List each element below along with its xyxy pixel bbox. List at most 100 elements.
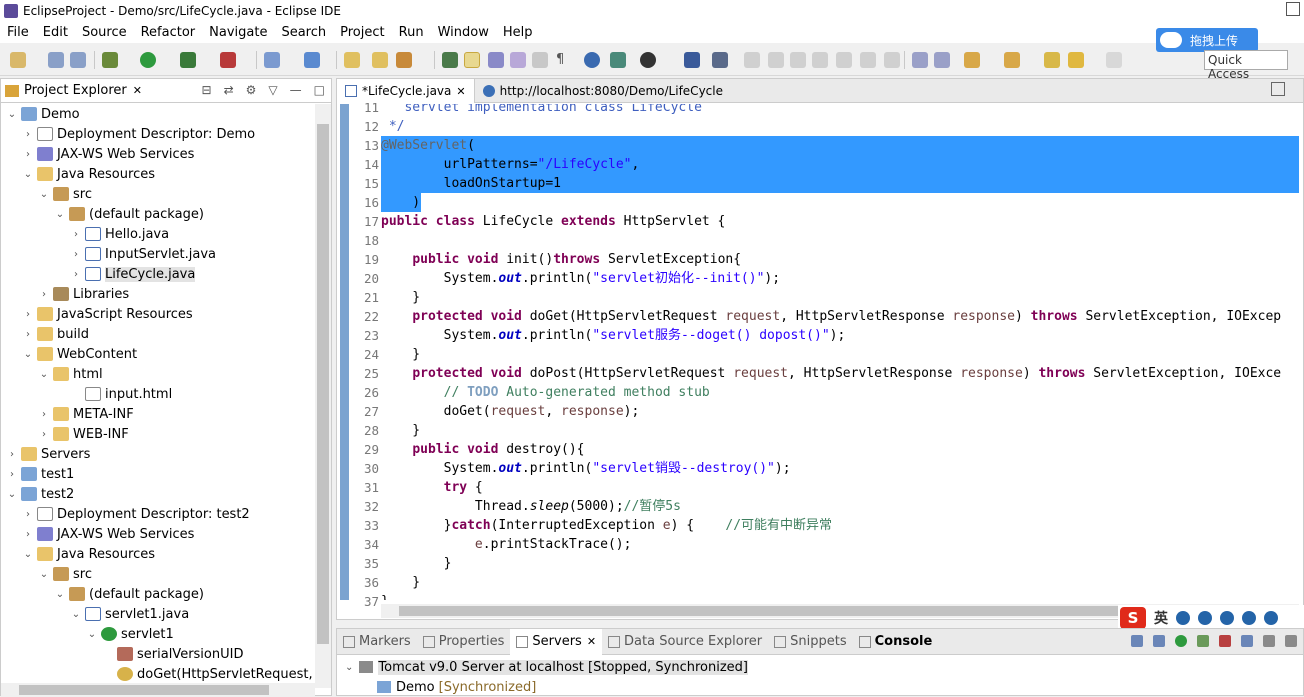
coverage-icon[interactable] bbox=[180, 52, 196, 68]
tab-lifecycle-java[interactable]: *LifeCycle.java ✕ bbox=[337, 79, 475, 103]
tree-item-doget[interactable]: doGet(HttpServletRequest, Htt bbox=[101, 664, 315, 684]
profile-server-icon[interactable] bbox=[1197, 635, 1209, 647]
use-step-filters-icon[interactable] bbox=[912, 52, 928, 68]
view-menu-icon[interactable]: ▽ bbox=[268, 83, 277, 97]
tree-item-deployment-descriptor[interactable]: › Deployment Descriptor: Demo bbox=[21, 124, 255, 144]
tab-browser[interactable]: http://localhost:8080/Demo/LifeCycle bbox=[475, 79, 731, 103]
tree-item-javascript-resources[interactable]: › JavaScript Resources bbox=[21, 304, 193, 324]
block-selection-icon[interactable] bbox=[488, 52, 504, 68]
tree-item-web-inf[interactable]: › WEB-INF bbox=[37, 424, 129, 444]
disconnect-icon[interactable] bbox=[812, 52, 828, 68]
tree-item-input-html[interactable]: input.html bbox=[69, 384, 172, 404]
tab-data-source-explorer[interactable]: Data Source Explorer bbox=[602, 634, 768, 649]
back-icon[interactable] bbox=[1068, 52, 1084, 68]
task-icon[interactable] bbox=[396, 52, 412, 68]
web-browser-icon[interactable] bbox=[584, 52, 600, 68]
horizontal-scrollbar[interactable] bbox=[1, 683, 315, 697]
filter-icon[interactable]: ⚙ bbox=[246, 83, 257, 97]
step-return-icon[interactable] bbox=[884, 52, 900, 68]
collapse-all-icon[interactable]: ⊟ bbox=[202, 83, 212, 97]
tab-console[interactable]: Console bbox=[853, 634, 939, 649]
run-icon[interactable] bbox=[140, 52, 156, 68]
save-icon[interactable] bbox=[48, 52, 64, 68]
menu-project[interactable]: Project bbox=[333, 25, 391, 40]
menu-search[interactable]: Search bbox=[274, 25, 333, 40]
word-wrap-icon[interactable] bbox=[510, 52, 526, 68]
step-into-icon[interactable] bbox=[836, 52, 852, 68]
debug-server-icon[interactable] bbox=[1153, 635, 1165, 647]
server-module-demo[interactable]: Demo [Synchronized] bbox=[377, 677, 536, 697]
maximize-icon[interactable]: □ bbox=[314, 83, 325, 97]
tree-item-deployment-descriptor-test2[interactable]: › Deployment Descriptor: test2 bbox=[21, 504, 250, 524]
tree-item-inputservlet-java[interactable]: › InputServlet.java bbox=[69, 244, 216, 264]
tree-item-build[interactable]: › build bbox=[21, 324, 89, 344]
tree-item-hello-java[interactable]: › Hello.java bbox=[69, 224, 169, 244]
stop-server-icon[interactable] bbox=[1219, 635, 1231, 647]
start-server-icon[interactable] bbox=[1175, 635, 1187, 647]
close-icon[interactable]: ✕ bbox=[133, 84, 142, 97]
menu-refactor[interactable]: Refactor bbox=[134, 25, 203, 40]
show-references-icon[interactable] bbox=[934, 52, 950, 68]
tree-item-test1[interactable]: › test1 bbox=[5, 464, 74, 484]
tree-item-jaxws[interactable]: › JAX-WS Web Services bbox=[21, 144, 194, 164]
tab-snippets[interactable]: Snippets bbox=[768, 634, 852, 649]
tree-item-meta-inf[interactable]: › META-INF bbox=[37, 404, 134, 424]
tree-item-default-package-test2[interactable]: ⌄ (default package) bbox=[53, 584, 204, 604]
tree-item-html[interactable]: ⌄ html bbox=[37, 364, 103, 384]
new-server-icon[interactable] bbox=[264, 52, 280, 68]
next-annotation-icon[interactable] bbox=[964, 52, 980, 68]
tree-item-webcontent[interactable]: ⌄ WebContent bbox=[21, 344, 137, 364]
tree-item-servlet1-java[interactable]: ⌄ servlet1.java bbox=[69, 604, 189, 624]
toggle-breadcrumb-icon[interactable] bbox=[464, 52, 480, 68]
menu-window[interactable]: Window bbox=[431, 25, 496, 40]
terminate-icon[interactable] bbox=[790, 52, 806, 68]
tree-item-serialversionuid[interactable]: serialVersionUID bbox=[101, 644, 243, 664]
baidu-upload-widget[interactable]: 拖拽上传 bbox=[1156, 28, 1258, 52]
open-resource-icon[interactable] bbox=[372, 52, 388, 68]
menu-edit[interactable]: Edit bbox=[36, 25, 75, 40]
tree-item-default-package[interactable]: ⌄ (default package) bbox=[53, 204, 204, 224]
resume-icon[interactable] bbox=[744, 52, 760, 68]
menu-help[interactable]: Help bbox=[496, 25, 540, 40]
show-whitespace-icon[interactable] bbox=[532, 52, 548, 68]
tree-item-java-resources[interactable]: ⌄ Java Resources bbox=[21, 164, 155, 184]
console-toolbar-icon[interactable] bbox=[684, 52, 700, 68]
tree-item-servlet1-class[interactable]: ⌄ servlet1 bbox=[85, 624, 174, 644]
ime-mode-label[interactable]: 英 bbox=[1154, 608, 1168, 628]
server-row-tomcat[interactable]: ⌄ Tomcat v9.0 Server at localhost [Stopp… bbox=[345, 657, 749, 677]
tree-item-test2[interactable]: ⌄ test2 bbox=[5, 484, 74, 504]
last-edit-location-icon[interactable] bbox=[1044, 52, 1060, 68]
tree-item-lifecycle-java[interactable]: › LifeCycle.java bbox=[69, 264, 196, 284]
skip-breakpoints-icon[interactable] bbox=[712, 52, 728, 68]
external-tools-icon[interactable] bbox=[220, 52, 236, 68]
maximize-editor-icon[interactable] bbox=[1271, 82, 1285, 96]
tree-item-libraries[interactable]: › Libraries bbox=[37, 284, 129, 304]
vertical-scrollbar[interactable] bbox=[315, 104, 331, 688]
close-icon[interactable]: ✕ bbox=[456, 85, 465, 98]
menu-navigate[interactable]: Navigate bbox=[202, 25, 274, 40]
publish-icon[interactable] bbox=[1241, 635, 1253, 647]
tree-item-jaxws-test2[interactable]: › JAX-WS Web Services bbox=[21, 524, 194, 544]
tree-item-servers[interactable]: › Servers bbox=[5, 444, 90, 464]
tab-properties[interactable]: Properties bbox=[417, 634, 511, 649]
tree-item-src-test2[interactable]: ⌄ src bbox=[37, 564, 92, 584]
tree-item-demo[interactable]: ⌄ Demo bbox=[5, 104, 80, 124]
toggle-mark-occurrences-icon[interactable] bbox=[442, 52, 458, 68]
new-web-icon[interactable] bbox=[304, 52, 320, 68]
tree-item-src[interactable]: ⌄ src bbox=[37, 184, 92, 204]
view-menu-icon[interactable] bbox=[1263, 635, 1275, 647]
tree-item-java-resources-test2[interactable]: ⌄ Java Resources bbox=[21, 544, 155, 564]
open-type-icon[interactable] bbox=[344, 52, 360, 68]
menu-run[interactable]: Run bbox=[392, 25, 431, 40]
tab-markers[interactable]: Markers bbox=[337, 634, 417, 649]
search-remote-icon[interactable] bbox=[610, 52, 626, 68]
restore-window-button[interactable] bbox=[1286, 2, 1300, 16]
chevron-down-icon[interactable]: ⌄ bbox=[345, 662, 353, 673]
menu-source[interactable]: Source bbox=[75, 25, 134, 40]
forward-icon[interactable] bbox=[1106, 52, 1122, 68]
code-area[interactable]: servlet implementation class LifeCycle *… bbox=[381, 104, 1299, 600]
menu-file[interactable]: File bbox=[0, 25, 36, 40]
save-all-icon[interactable] bbox=[70, 52, 86, 68]
close-icon[interactable]: ✕ bbox=[587, 635, 596, 648]
new-icon[interactable] bbox=[10, 52, 26, 68]
